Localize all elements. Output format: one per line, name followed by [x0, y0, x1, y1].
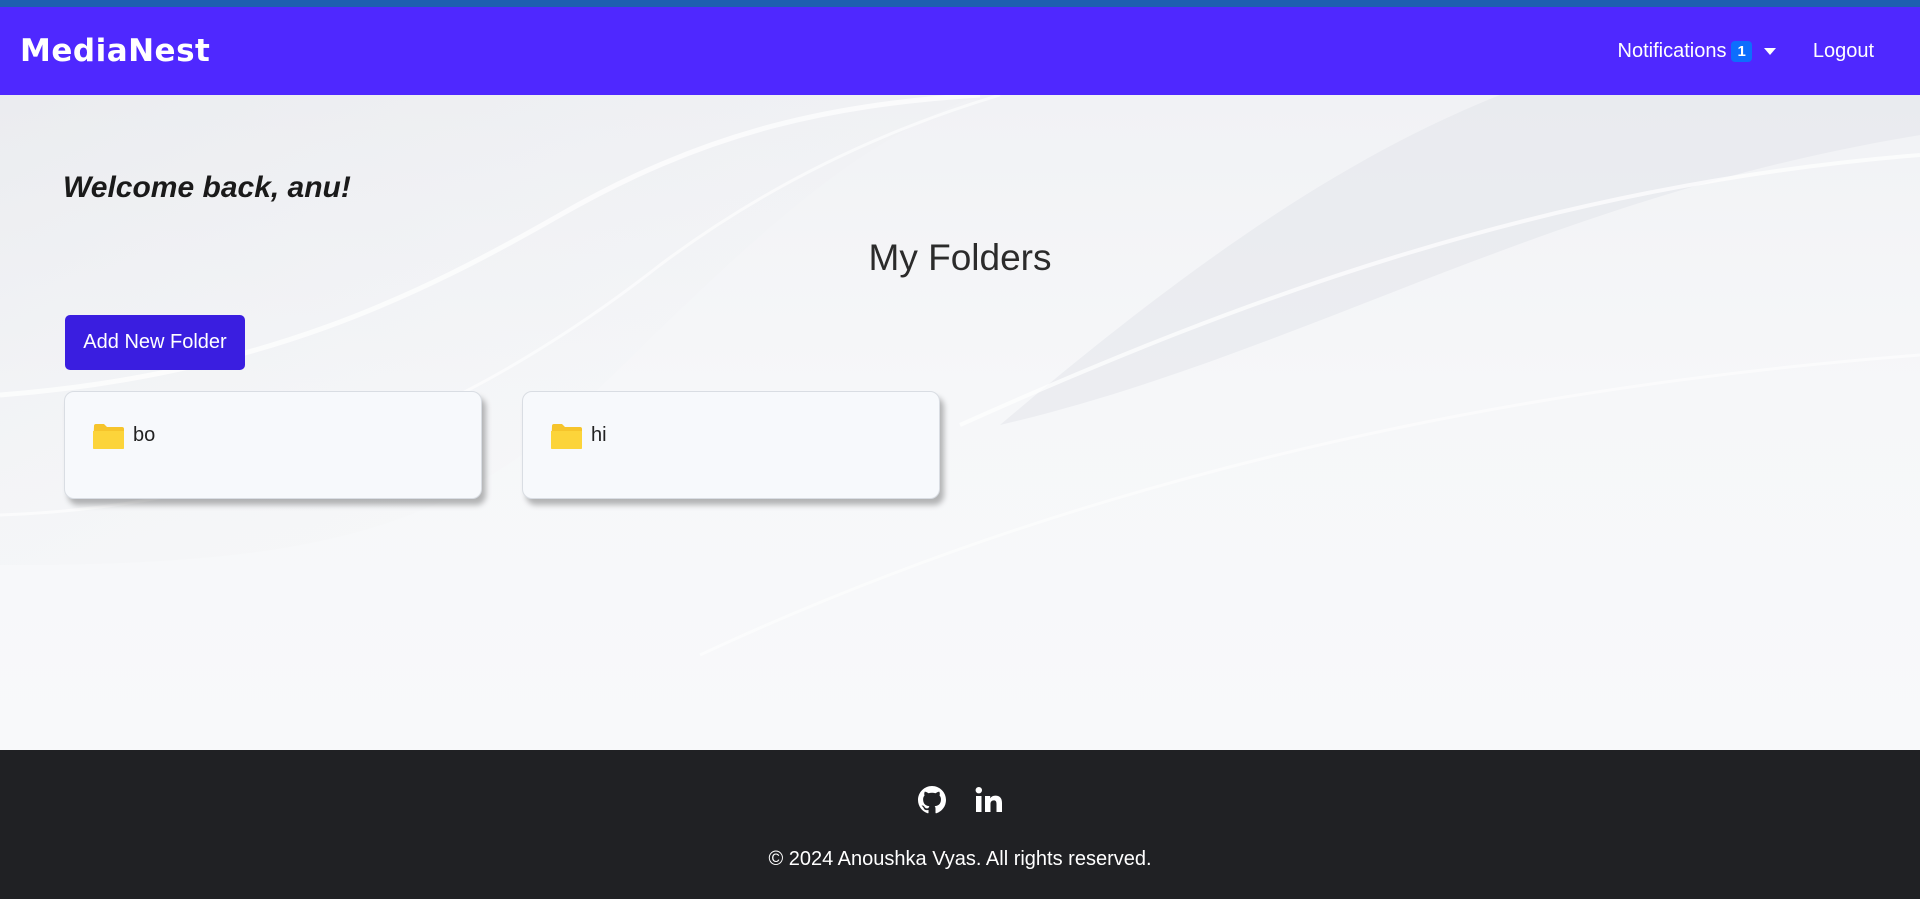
folder-card-bo[interactable]: bo [64, 391, 482, 499]
notifications-label: Notifications [1617, 39, 1727, 62]
caret-down-icon [1763, 47, 1776, 55]
folder-icon [551, 424, 582, 449]
page-title: My Folders [868, 237, 1052, 278]
navbar-right: Notifications 1 Logout [1618, 7, 1900, 95]
folder-card-hi[interactable]: hi [522, 391, 940, 499]
notifications-count-badge: 1 [1731, 40, 1752, 62]
browser-top-strip [0, 0, 1920, 7]
copyright-text: © 2024 Anoushka Vyas. All rights reserve… [768, 848, 1152, 870]
folder-name: bo [133, 424, 156, 446]
add-new-folder-button[interactable]: Add New Folder [65, 315, 245, 370]
brand-logo[interactable]: MediaNest [20, 33, 210, 69]
welcome-message: Welcome back, anu! [63, 171, 351, 204]
footer: © 2024 Anoushka Vyas. All rights reserve… [0, 750, 1920, 899]
linkedin-icon[interactable] [974, 785, 1004, 815]
logout-link[interactable]: Logout [1813, 40, 1874, 63]
main-content: Welcome back, anu! My Folders Add New Fo… [0, 95, 1920, 750]
folder-icon [93, 424, 124, 449]
folder-name: hi [591, 424, 607, 446]
social-links [0, 785, 1920, 815]
github-icon[interactable] [917, 785, 947, 815]
notifications-dropdown[interactable]: Notifications 1 [1618, 40, 1776, 63]
navbar: MediaNest Notifications 1 Logout [0, 7, 1920, 95]
